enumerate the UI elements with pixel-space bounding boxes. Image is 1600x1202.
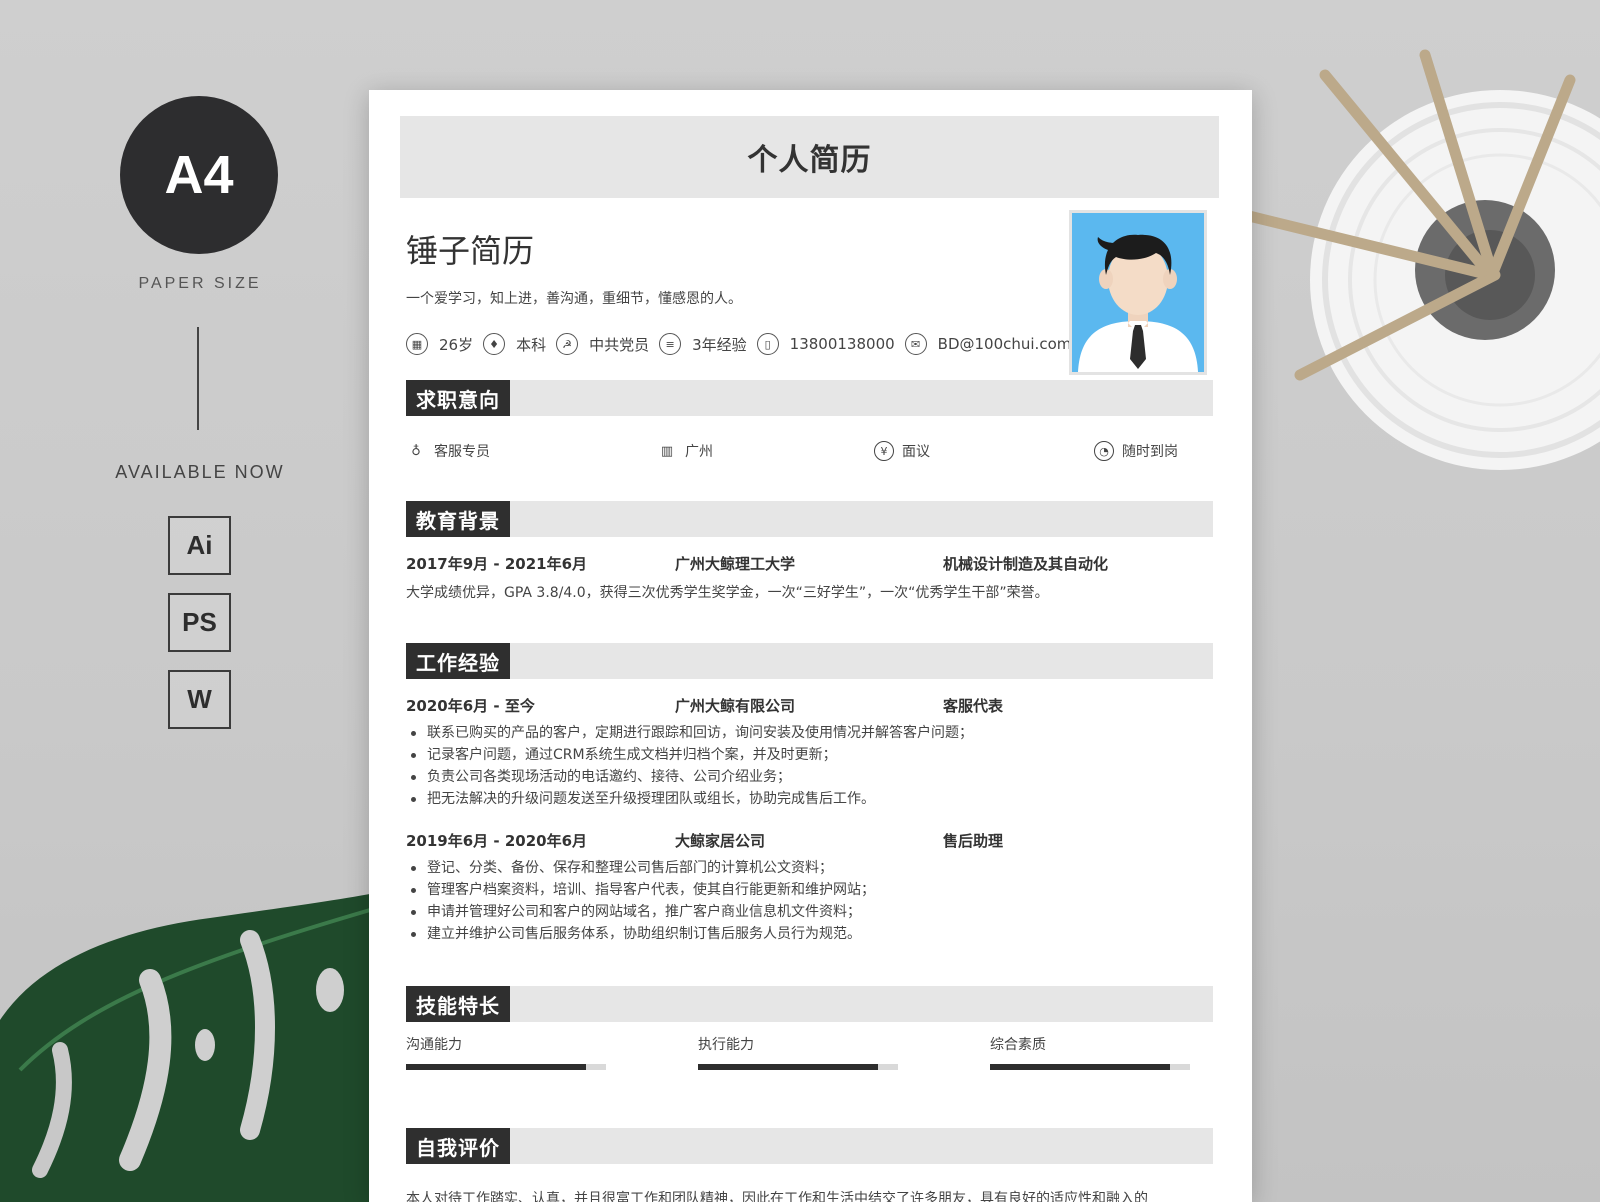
list-item: 申请并管理好公司和客户的网站域名，推广客户商业信息机文件资料；: [406, 901, 875, 923]
education-detail: 大学成绩优异，GPA 3.8/4.0，获得三次优秀学生奖学金，一次“三好学生”，…: [406, 585, 1049, 601]
yen-icon: ¥: [874, 441, 894, 461]
format-word-badge: W: [168, 670, 231, 729]
resume-sheet: 个人简历 锤子简历 一个爱学习，知上进，善沟通，重细节，懂感恩的人。 ▦ 26岁…: [369, 90, 1252, 1202]
intent-availability: ◔ 随时到岗: [1094, 441, 1178, 461]
work-2-period: 2019年6月 - 2020年6月: [406, 832, 588, 850]
work-1-company: 广州大鲸有限公司: [675, 697, 796, 715]
info-degree: ♦ 本科: [483, 333, 546, 355]
self-eval-text: 本人对待工作踏实、认真，并且很富工作和团队精神，因此在工作和生活中结交了许多朋友…: [406, 1191, 1148, 1202]
clock-icon: ◔: [1094, 441, 1114, 461]
work-2-duties: 登记、分类、备份、保存和整理公司售后部门的计算机公文资料； 管理客户档案资料，培…: [406, 857, 875, 945]
info-experience: ≡ 3年经验: [659, 333, 747, 355]
vase-decoration: [1240, 49, 1600, 470]
resume-title: 个人简历: [747, 143, 872, 178]
resume-title-bar: 个人简历: [400, 116, 1219, 198]
personal-info-row: ▦ 26岁 ♦ 本科 ☭ 中共党员 ≡ 3年经验 ▯ 13800138000 ✉…: [406, 332, 1081, 356]
skill-fill: [698, 1064, 878, 1070]
document-icon: ≡: [659, 333, 682, 355]
intent-position-text: 客服专员: [434, 444, 490, 460]
section-skills-title: 技能特长: [406, 986, 510, 1022]
monstera-leaf-decoration: [0, 892, 380, 1202]
party-emblem-icon: ☭: [556, 333, 579, 355]
education-major: 机械设计制造及其自动化: [943, 555, 1109, 573]
skill-track: [698, 1064, 898, 1070]
intent-position: ♁ 客服专员: [406, 441, 490, 461]
work-1-duties: 联系已购买的产品的客户，定期进行跟踪和回访，询问安装及使用情况并解答客户问题； …: [406, 722, 973, 810]
skill-label: 执行能力: [698, 1037, 754, 1053]
format-ai-badge: Ai: [168, 516, 231, 575]
available-now-label: AVAILABLE NOW: [115, 462, 285, 482]
candidate-motto: 一个爱学习，知上进，善沟通，重细节，懂感恩的人。: [406, 291, 742, 307]
skill-label: 综合素质: [990, 1037, 1046, 1053]
intent-city: ▥ 广州: [657, 441, 713, 461]
section-intent-title: 求职意向: [406, 380, 510, 416]
list-item: 联系已购买的产品的客户，定期进行跟踪和回访，询问安装及使用情况并解答客户问题；: [406, 722, 973, 744]
info-phone-text: 13800138000: [789, 335, 895, 353]
skill-track: [406, 1064, 606, 1070]
education-header: 2017年9月 - 2021年6月 广州大鲸理工大学 机械设计制造及其自动化: [406, 553, 1213, 575]
avatar-illustration: [1072, 213, 1204, 372]
mail-icon: ✉: [904, 333, 927, 355]
section-education: 教育背景: [406, 501, 1213, 537]
list-item: 管理客户档案资料，培训、指导客户代表，使其自行能更新和维护网站；: [406, 879, 875, 901]
work-1-period: 2020年6月 - 至今: [406, 697, 535, 715]
section-self-eval-title: 自我评价: [406, 1128, 510, 1164]
section-intent: 求职意向: [406, 380, 1213, 416]
intent-city-text: 广州: [685, 444, 713, 460]
list-item: 记录客户问题，通过CRM系统生成文档并归档个案，并及时更新；: [406, 744, 973, 766]
list-item: 登记、分类、备份、保存和整理公司售后部门的计算机公文资料；: [406, 857, 875, 879]
building-icon: ▥: [660, 443, 674, 459]
tie-icon: ♁: [411, 443, 421, 459]
info-political-text: 中共党员: [589, 335, 650, 354]
skill-track: [990, 1064, 1190, 1070]
work-2-role: 售后助理: [943, 832, 1004, 850]
section-skills: 技能特长: [406, 986, 1213, 1022]
work-entry-2-header: 2019年6月 - 2020年6月 大鲸家居公司 售后助理: [406, 830, 1213, 852]
info-degree-text: 本科: [516, 335, 547, 354]
paper-size-label: PAPER SIZE: [138, 275, 262, 292]
skill-execution: 执行能力: [698, 1034, 898, 1070]
section-education-title: 教育背景: [406, 501, 510, 537]
section-work-title: 工作经验: [406, 643, 510, 679]
list-item: 建立并维护公司售后服务体系，协助组织制订售后服务人员行为规范。: [406, 923, 875, 945]
section-work: 工作经验: [406, 643, 1213, 679]
work-2-company: 大鲸家居公司: [675, 832, 766, 850]
graduation-cap-icon: ♦: [483, 333, 506, 355]
education-period: 2017年9月 - 2021年6月: [406, 555, 588, 573]
promo-panel: A4 PAPER SIZE AVAILABLE NOW Ai PS W: [0, 0, 380, 1202]
section-self-eval: 自我评价: [406, 1128, 1213, 1164]
format-ps-badge: PS: [168, 593, 231, 652]
phone-icon: ▯: [756, 333, 779, 355]
info-experience-text: 3年经验: [692, 335, 747, 354]
profile-photo: [1069, 210, 1207, 375]
skill-fill: [990, 1064, 1170, 1070]
intent-salary-text: 面议: [902, 444, 930, 460]
info-political: ☭ 中共党员: [556, 333, 649, 355]
skill-fill: [406, 1064, 586, 1070]
info-email: ✉ BD@100chui.com: [904, 333, 1072, 355]
info-phone: ▯ 13800138000: [756, 333, 895, 355]
info-age-text: 26岁: [439, 335, 474, 354]
skill-overall: 综合素质: [990, 1034, 1190, 1070]
education-school: 广州大鲸理工大学: [675, 555, 796, 573]
divider-line: [197, 327, 199, 430]
info-email-text: BD@100chui.com: [937, 335, 1072, 353]
job-intent-row: ♁ 客服专员 ▥ 广州 ¥ 面议 ◔ 随时到岗: [406, 441, 1213, 467]
info-age: ▦ 26岁: [406, 333, 473, 355]
work-entry-1-header: 2020年6月 - 至今 广州大鲸有限公司 客服代表: [406, 695, 1213, 717]
list-item: 把无法解决的升级问题发送至升级授理团队或组长，协助完成售后工作。: [406, 788, 973, 810]
a4-badge: A4: [120, 96, 278, 254]
calendar-icon: ▦: [406, 333, 428, 355]
skill-label: 沟通能力: [406, 1037, 462, 1053]
skill-communication: 沟通能力: [406, 1034, 606, 1070]
work-1-role: 客服代表: [943, 697, 1004, 715]
intent-salary: ¥ 面议: [874, 441, 930, 461]
intent-availability-text: 随时到岗: [1122, 444, 1178, 460]
list-item: 负责公司各类现场活动的电话邀约、接待、公司介绍业务；: [406, 766, 973, 788]
candidate-name: 锤子简历: [406, 232, 535, 270]
